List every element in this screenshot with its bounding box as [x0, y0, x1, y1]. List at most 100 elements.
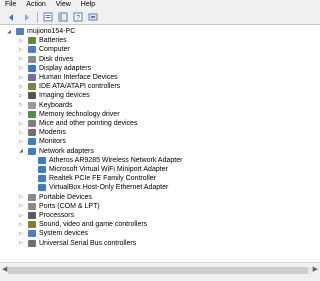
- tree-device[interactable]: Atheros AR9285 Wireless Network Adapter: [38, 156, 182, 165]
- tree-category-label: Memory technology driver: [39, 110, 120, 118]
- computer-icon: [28, 46, 36, 54]
- tree-category[interactable]: ▷ Computer: [18, 45, 70, 54]
- tree-category-label: Network adapters: [39, 147, 94, 155]
- expand-arrow-icon[interactable]: ▷: [18, 38, 24, 44]
- expand-arrow-icon[interactable]: ▷: [18, 102, 24, 108]
- expand-arrow-icon[interactable]: ▷: [18, 75, 24, 81]
- expand-arrow-icon[interactable]: ▷: [18, 56, 24, 62]
- network-adapter-icon: [38, 156, 46, 164]
- menu-file[interactable]: File: [0, 0, 21, 10]
- tree-category[interactable]: ▷ Sound, video and game controllers: [18, 220, 147, 229]
- tree-category-label: Portable Devices: [39, 193, 92, 201]
- tree-category-label: System devices: [39, 230, 89, 238]
- expand-arrow-icon[interactable]: ▷: [18, 231, 24, 237]
- tree-device-label: Atheros AR9285 Wireless Network Adapter: [49, 156, 183, 164]
- tree-category[interactable]: ▷ Memory technology driver: [18, 110, 120, 119]
- usb-icon: [28, 239, 36, 247]
- tree-category[interactable]: ▷ System devices: [18, 229, 88, 238]
- tree-category-label: Computer: [39, 46, 70, 54]
- tree-category-label: Universal Serial Bus controllers: [39, 239, 137, 247]
- network-icon: [28, 147, 36, 155]
- expand-arrow-icon[interactable]: ▷: [18, 194, 24, 200]
- horizontal-scrollbar[interactable]: ◀ ▶: [0, 262, 320, 281]
- help-icon[interactable]: ?: [72, 12, 83, 23]
- monitor-icon: [28, 138, 36, 146]
- expand-arrow-icon[interactable]: ▷: [18, 203, 24, 209]
- tree-category-label: Ports (COM & LPT): [39, 202, 100, 210]
- cpu-icon: [28, 212, 36, 220]
- network-adapter-icon: [38, 184, 46, 192]
- expand-arrow-icon[interactable]: ▷: [18, 121, 24, 127]
- tree-category[interactable]: ◢ Network adapters: [18, 147, 94, 156]
- expand-arrow-icon[interactable]: ▷: [18, 93, 24, 99]
- disk-icon: [28, 55, 36, 63]
- tree-device[interactable]: VirtualBox Host-Only Ethernet Adapter: [38, 183, 168, 192]
- tree-category[interactable]: ▷ Disk drives: [18, 55, 73, 64]
- menu-bar: File Action View Help: [0, 0, 320, 10]
- menu-action[interactable]: Action: [21, 0, 50, 10]
- tree-category[interactable]: ▷ Ports (COM & LPT): [18, 202, 100, 211]
- tree-category[interactable]: ▷ Imaging devices: [18, 91, 90, 100]
- tree-category[interactable]: ▷ Processors: [18, 211, 74, 220]
- expand-arrow-icon[interactable]: ▷: [18, 111, 24, 117]
- modem-icon: [28, 129, 36, 137]
- tree-category-label: Disk drives: [39, 55, 74, 63]
- tree-device[interactable]: Realtek PCIe FE Family Controller: [38, 174, 156, 183]
- tree-category-label: Modems: [39, 129, 66, 137]
- forward-icon[interactable]: [21, 12, 32, 23]
- tree-category[interactable]: ▷ Batteries: [18, 36, 67, 45]
- tree-category-label: Processors: [39, 212, 75, 220]
- camera-icon: [28, 92, 36, 100]
- tree-category[interactable]: ▷ Portable Devices: [18, 193, 92, 202]
- tree-category[interactable]: ▷ Mice and other pointing devices: [18, 119, 137, 128]
- tree-category[interactable]: ▷ IDE ATA/ATAPI controllers: [18, 82, 120, 91]
- tree-category-label: Display adapters: [39, 64, 92, 72]
- svg-text:?: ?: [76, 15, 80, 22]
- expand-arrow-icon[interactable]: ▷: [18, 222, 24, 228]
- tree-category[interactable]: ▷ Keyboards: [18, 101, 72, 110]
- mouse-icon: [28, 120, 36, 128]
- battery-icon: [28, 37, 36, 45]
- hid-icon: [28, 74, 36, 82]
- expand-arrow-icon[interactable]: ▷: [18, 84, 24, 90]
- expand-arrow-icon[interactable]: ▷: [18, 65, 24, 71]
- computer-icon: [16, 28, 24, 36]
- tree-category[interactable]: ▷ Display adapters: [18, 64, 91, 73]
- properties-icon[interactable]: [42, 12, 53, 23]
- scroll-left-icon[interactable]: ◀: [2, 265, 7, 273]
- collapse-arrow-icon[interactable]: ◢: [6, 29, 12, 35]
- tree-root-label: mujiono154-PC: [27, 28, 76, 36]
- expand-arrow-icon[interactable]: ▷: [18, 130, 24, 136]
- menu-view[interactable]: View: [51, 0, 76, 10]
- memory-icon: [28, 110, 36, 118]
- tree-category[interactable]: ▷ Monitors: [18, 137, 66, 146]
- portable-icon: [28, 193, 36, 201]
- ide-icon: [28, 83, 36, 91]
- tree-category[interactable]: ▷ Universal Serial Bus controllers: [18, 239, 136, 248]
- tree-category[interactable]: ▷ Modems: [18, 128, 66, 137]
- tree-device[interactable]: Microsoft Virtual WiFi Miniport Adapter: [38, 165, 168, 174]
- back-icon[interactable]: [6, 12, 17, 23]
- menu-help[interactable]: Help: [76, 0, 100, 10]
- tree-category-label: Human Interface Devices: [39, 74, 118, 82]
- tree-category-label: Monitors: [39, 138, 66, 146]
- expand-arrow-icon[interactable]: ▷: [18, 213, 24, 219]
- tree-category-label: Sound, video and game controllers: [39, 221, 148, 229]
- scan-hardware-icon[interactable]: [87, 12, 98, 23]
- network-adapter-icon: [38, 175, 46, 183]
- device-tree[interactable]: ◢ mujiono154-PC ▷ Batteries ▷ Computer ▷ Disk…: [0, 26, 320, 262]
- tree-category[interactable]: ▷ Human Interface Devices: [18, 73, 118, 82]
- display-icon: [28, 64, 36, 72]
- scroll-thumb[interactable]: [8, 267, 308, 274]
- show-hide-icon[interactable]: [57, 12, 68, 23]
- collapse-arrow-icon[interactable]: ◢: [18, 148, 24, 154]
- tree-root[interactable]: ◢ mujiono154-PC: [6, 27, 75, 36]
- scroll-track[interactable]: [8, 267, 312, 274]
- expand-arrow-icon[interactable]: ▷: [18, 139, 24, 145]
- scroll-right-icon[interactable]: ▶: [313, 265, 318, 273]
- tree-device-label: Realtek PCIe FE Family Controller: [49, 175, 156, 183]
- toolbar-divider: [37, 11, 38, 23]
- tree-category-label: Keyboards: [39, 101, 73, 109]
- expand-arrow-icon[interactable]: ▷: [18, 47, 24, 53]
- expand-arrow-icon[interactable]: ▷: [18, 240, 24, 246]
